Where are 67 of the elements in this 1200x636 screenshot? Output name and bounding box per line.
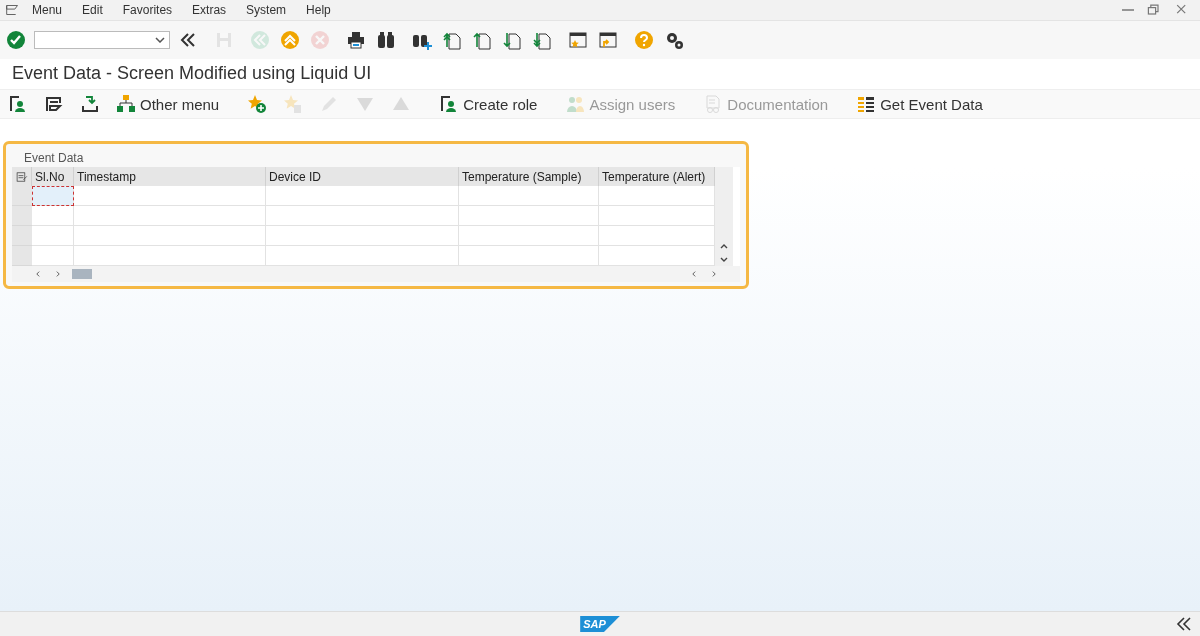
dropdown-caret-icon: [155, 37, 165, 43]
list-icon: [856, 94, 877, 114]
menu-item[interactable]: Edit: [72, 3, 113, 17]
table-cell[interactable]: [32, 246, 74, 266]
users-icon: [565, 94, 586, 114]
table-cell[interactable]: [74, 246, 266, 266]
table-cell[interactable]: [32, 226, 74, 246]
column-header[interactable]: Temperature (Sample): [459, 167, 599, 186]
table-cell[interactable]: [599, 246, 715, 266]
table-cell[interactable]: [266, 206, 459, 226]
row-selector[interactable]: [12, 226, 32, 246]
user-icon: [8, 94, 28, 114]
page-up-icon: [442, 30, 462, 50]
table-cell[interactable]: [32, 206, 74, 226]
cancel-icon: [310, 30, 330, 50]
help-icon: [634, 30, 654, 50]
table-cell[interactable]: [459, 206, 599, 226]
table-cell[interactable]: [32, 186, 74, 206]
scroll-up-icon: [720, 244, 728, 249]
page-up-icon: [472, 30, 492, 50]
toolbar-button[interactable]: Get Event Data: [854, 94, 985, 114]
row-selector[interactable]: [12, 206, 32, 226]
table-cell[interactable]: [599, 226, 715, 246]
table-cell[interactable]: [459, 226, 599, 246]
tray-arrow-icon: [80, 94, 100, 114]
scroll-down-icon: [720, 257, 728, 262]
column-header[interactable]: Temperature (Alert): [599, 167, 715, 186]
column-header[interactable]: Timestamp: [74, 167, 266, 186]
page-down-icon: [532, 30, 552, 50]
menu-item[interactable]: System: [236, 3, 297, 17]
table-cell[interactable]: [599, 186, 715, 206]
table-cell[interactable]: [266, 226, 459, 246]
minimize-icon: [1122, 9, 1134, 11]
table-cell[interactable]: [74, 226, 266, 246]
menu-item[interactable]: Menu: [22, 3, 73, 17]
gears-icon: [664, 30, 684, 50]
vertical-scrollbar[interactable]: [715, 167, 733, 266]
table-settings-button[interactable]: [12, 167, 32, 186]
menu-item[interactable]: Favorites: [112, 3, 183, 17]
star-plus-icon: [247, 94, 268, 114]
table-cell[interactable]: [266, 186, 459, 206]
column-header[interactable]: Sl.No: [32, 167, 74, 186]
column-header[interactable]: Device ID: [266, 167, 459, 186]
table-cell[interactable]: [74, 206, 266, 226]
brand-logo: SAP: [580, 616, 620, 632]
table-cell[interactable]: [459, 246, 599, 266]
binoculars-icon: [376, 30, 396, 50]
toolbar-button[interactable]: Other menu: [114, 94, 222, 114]
toolbar-button[interactable]: Create role: [437, 94, 540, 114]
scrollbar-thumb[interactable]: [72, 269, 92, 279]
print-icon: [346, 30, 366, 50]
table-cell[interactable]: [599, 206, 715, 226]
command-field[interactable]: [34, 31, 170, 49]
page-down-icon: [502, 30, 522, 50]
check-icon: [6, 30, 26, 50]
edit-icon: [44, 94, 64, 114]
back-icon: [250, 30, 270, 50]
hierarchy-icon: [116, 94, 136, 114]
table-cell[interactable]: [74, 186, 266, 206]
table-cell[interactable]: [459, 186, 599, 206]
panel-title: Event Data: [23, 150, 85, 167]
exit-icon: [280, 30, 300, 50]
table-cell[interactable]: [266, 246, 459, 266]
row-selector[interactable]: [12, 246, 32, 266]
menu-item[interactable]: Help: [296, 3, 341, 17]
menu-item[interactable]: Extras: [182, 3, 237, 17]
star-bin-icon: [283, 94, 304, 114]
